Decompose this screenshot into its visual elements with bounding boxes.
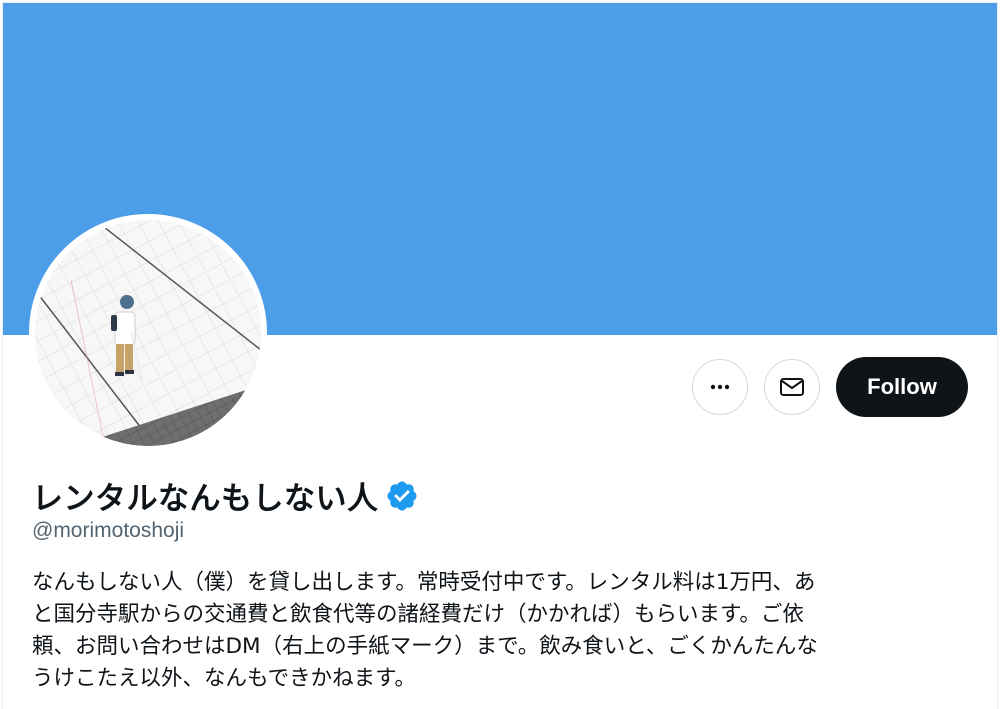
- profile-handle: @morimotoshoji: [32, 519, 185, 542]
- profile-avatar[interactable]: [29, 214, 267, 452]
- message-button[interactable]: [764, 359, 820, 415]
- avatar-photo: [35, 220, 261, 446]
- display-name: レンタルなんもしない人: [32, 481, 379, 517]
- bio-line: と国分寺駅からの交通費と飲食代等の諸経費だけ（かかれば）もらいます。ご依: [32, 602, 804, 627]
- envelope-icon: [780, 378, 804, 396]
- bio-line: 頼、お問い合わせはDM（右上の手紙マーク）まで。飲み食いと、ごくかんたんな: [32, 634, 818, 659]
- profile-page: Follow レンタルなんもしない人 @morimotoshoji なんもしない…: [2, 2, 998, 709]
- bio-line: なんもしない人（僕）を貸し出します。常時受付中です。レンタル料は1万円、あ: [32, 570, 816, 595]
- profile-bio: なんもしない人（僕）を貸し出します。常時受付中です。レンタル料は1万円、あ と国…: [32, 567, 972, 695]
- profile-actions: Follow: [692, 357, 968, 417]
- verified-badge-icon: [386, 480, 417, 511]
- name-row: レンタルなんもしない人: [32, 473, 419, 518]
- bio-line: うけこたえ以外、なんもできかねます。: [32, 666, 416, 691]
- more-button[interactable]: [692, 359, 748, 415]
- follow-button[interactable]: Follow: [836, 357, 968, 417]
- more-horizontal-icon: [710, 384, 730, 390]
